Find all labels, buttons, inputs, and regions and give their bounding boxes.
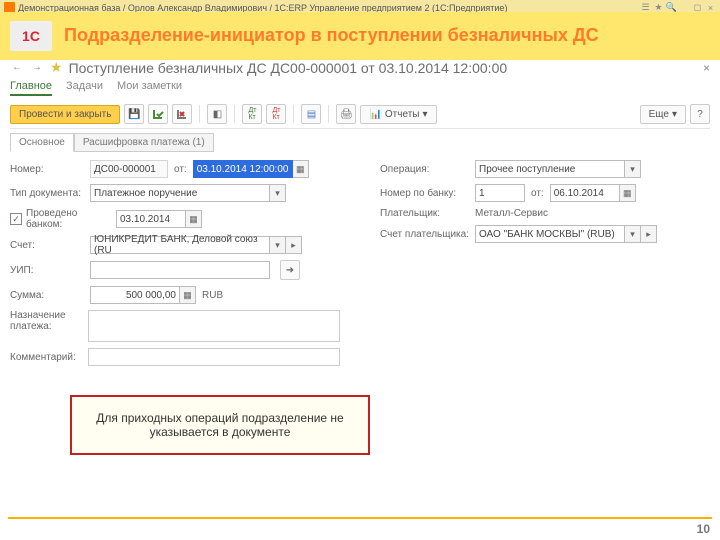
annotation-callout: Для приходных операций подразделение не …	[70, 395, 370, 455]
separator	[293, 105, 294, 123]
unpost-icon[interactable]	[172, 104, 192, 124]
dt-kt-alt-icon[interactable]: ДтКт	[266, 104, 286, 124]
open-icon[interactable]: ▸	[286, 236, 302, 254]
field-operation[interactable]: Прочее поступление	[475, 160, 625, 178]
logo: 1C	[10, 21, 52, 51]
tool-icon[interactable]: ◧	[207, 104, 227, 124]
label-bank-processed: Проведено банком:	[26, 208, 116, 230]
label-purpose: Назначение платежа:	[10, 310, 88, 332]
label-banknum: Номер по банку:	[380, 188, 475, 199]
tab-main[interactable]: Главное	[10, 80, 52, 96]
label-from2: от:	[531, 188, 544, 199]
field-banknum[interactable]: 1	[475, 184, 525, 202]
separator	[234, 105, 235, 123]
tab-tasks[interactable]: Задачи	[66, 80, 103, 96]
slide-header: 1C Подразделение-инициатор в поступлении…	[0, 12, 720, 60]
form-area: Номер: ДС00-000001 от: 03.10.2014 12:00:…	[10, 160, 710, 372]
dropdown-icon[interactable]: ▾	[625, 160, 641, 178]
open-icon[interactable]: ▸	[641, 225, 657, 243]
submit-and-close-button[interactable]: Провести и закрыть	[10, 105, 120, 124]
field-doctype[interactable]: Платежное поручение	[90, 184, 270, 202]
field-purpose[interactable]	[88, 310, 340, 342]
document-body: ← → ★ Поступление безналичных ДС ДС00-00…	[0, 55, 720, 540]
field-account[interactable]: ЮНИКРЕДИТ БАНК, Деловой союз (RU	[90, 236, 270, 254]
label-operation: Операция:	[380, 164, 475, 175]
tab-rasshifrovka[interactable]: Расшифровка платежа (1)	[74, 133, 214, 152]
label-from: от:	[174, 164, 187, 175]
slide-title: Подразделение-инициатор в поступлении бе…	[64, 26, 599, 46]
readonly-payer: Металл-Сервис	[475, 208, 548, 219]
document-title: Поступление безналичных ДС ДС00-000001 о…	[69, 60, 508, 76]
dropdown-icon[interactable]: ▾	[625, 225, 641, 243]
tab-osnovnoe[interactable]: Основное	[10, 133, 74, 152]
label-payer: Плательщик:	[380, 208, 475, 219]
dropdown-icon[interactable]: ▾	[270, 236, 286, 254]
separator	[328, 105, 329, 123]
goto-icon[interactable]: ➜	[280, 260, 300, 280]
checkbox-bank-processed[interactable]: ✓	[10, 213, 22, 225]
titlebar-text: Демонстрационная база / Орлов Александр …	[18, 3, 640, 13]
post-icon[interactable]	[148, 104, 168, 124]
field-bank-date[interactable]: 03.10.2014	[116, 210, 186, 228]
structure-icon[interactable]: ▤	[301, 104, 321, 124]
label-sum: Сумма:	[10, 290, 90, 301]
reports-button[interactable]: 📊Отчеты▾	[360, 105, 436, 124]
calendar-icon[interactable]: ▦	[293, 160, 309, 178]
field-sum[interactable]: 500 000,00	[90, 286, 180, 304]
label-doctype: Тип документа:	[10, 188, 90, 199]
field-number[interactable]: ДС00-000001	[90, 160, 168, 178]
label-currency: RUB	[202, 290, 223, 301]
doc-title-row: ← → ★ Поступление безналичных ДС ДС00-00…	[10, 59, 710, 76]
section-tabs: Главное Задачи Мои заметки	[10, 80, 710, 96]
more-button[interactable]: Еще▾	[640, 105, 686, 124]
help-icon[interactable]: ?	[690, 104, 710, 124]
save-icon[interactable]: 💾	[124, 104, 144, 124]
field-banknum-date[interactable]: 06.10.2014	[550, 184, 620, 202]
field-uip[interactable]	[90, 261, 270, 279]
label-number: Номер:	[10, 164, 90, 175]
tab-notes[interactable]: Мои заметки	[117, 80, 182, 96]
toolbar: Провести и закрыть 💾 ◧ ДтКт ДтКт ▤ 🖨 📊От…	[10, 100, 710, 129]
label-uip: УИП:	[10, 265, 90, 276]
calendar-icon[interactable]: ▦	[620, 184, 636, 202]
calc-icon[interactable]: ▦	[180, 286, 196, 304]
slide-footer: 10	[0, 518, 720, 540]
close-tab-icon[interactable]: ×	[703, 61, 710, 75]
form-tabs: Основное Расшифровка платежа (1)	[10, 133, 710, 152]
print-icon[interactable]: 🖨	[336, 104, 356, 124]
field-comment[interactable]	[88, 348, 340, 366]
label-comment: Комментарий:	[10, 352, 88, 363]
left-column: Номер: ДС00-000001 от: 03.10.2014 12:00:…	[10, 160, 340, 372]
back-icon[interactable]: ←	[10, 61, 24, 75]
field-payer-acc[interactable]: ОАО "БАНК МОСКВЫ" (RUB)	[475, 225, 625, 243]
right-column: Операция: Прочее поступление ▾ Номер по …	[380, 160, 710, 372]
page-number: 10	[697, 522, 710, 536]
field-date[interactable]: 03.10.2014 12:00:00	[193, 160, 293, 178]
dt-kt-icon[interactable]: ДтКт	[242, 104, 262, 124]
favorite-icon[interactable]: ★	[50, 59, 63, 76]
calendar-icon[interactable]: ▦	[186, 210, 202, 228]
label-payer-acc: Счет плательщика:	[380, 229, 475, 240]
dropdown-icon[interactable]: ▾	[270, 184, 286, 202]
forward-icon[interactable]: →	[30, 61, 44, 75]
label-account: Счет:	[10, 240, 90, 251]
separator	[199, 105, 200, 123]
